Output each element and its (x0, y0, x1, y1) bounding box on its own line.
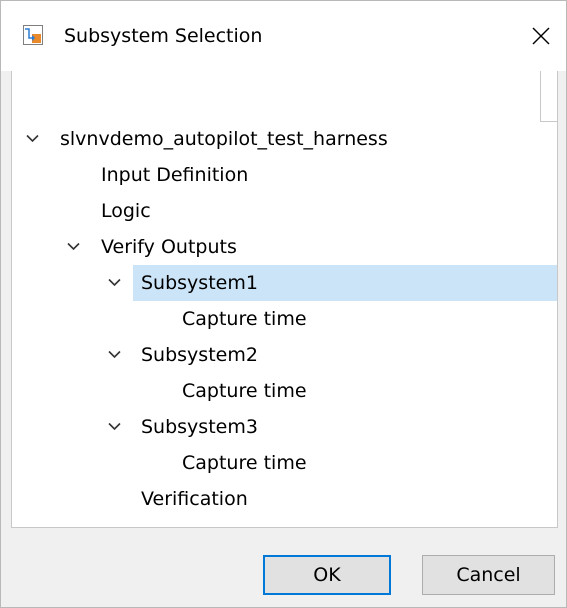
tree-node-logic[interactable]: Logic (12, 193, 557, 229)
chevron-down-icon[interactable] (26, 134, 39, 143)
tree-node-subsystem3[interactable]: Subsystem3 (12, 409, 557, 445)
cancel-button[interactable]: Cancel (422, 555, 555, 595)
dialog-title: Subsystem Selection (64, 25, 263, 47)
tree-node-verify-outputs[interactable]: Verify Outputs (12, 229, 557, 265)
ok-button[interactable]: OK (263, 555, 391, 595)
tree-node-subsystem2[interactable]: Subsystem2 (12, 337, 557, 373)
subsystem-selection-dialog: Subsystem Selection slvnvdemo_autopilot_… (0, 0, 567, 608)
tree-node-label: Subsystem3 (141, 416, 258, 438)
tree-node-label: Logic (101, 200, 151, 222)
tree-node-label: Capture time (182, 452, 307, 474)
close-icon (532, 27, 550, 45)
tree-node-capture-time-3[interactable]: Capture time (12, 445, 557, 481)
tree-node-root[interactable]: slvnvdemo_autopilot_test_harness (12, 121, 557, 157)
tree-node-input-definition[interactable]: Input Definition (12, 157, 557, 193)
close-button[interactable] (524, 20, 558, 52)
tree-node-label: Verify Outputs (101, 236, 237, 258)
tree-node-label: Verification (141, 488, 248, 510)
chevron-down-icon[interactable] (108, 422, 121, 431)
tree-node-label: Subsystem1 (141, 272, 258, 294)
title-bar[interactable]: Subsystem Selection (1, 1, 566, 71)
simulink-model-icon (23, 25, 43, 45)
tree-node-capture-time-2[interactable]: Capture time (12, 373, 557, 409)
subsystem-tree[interactable]: slvnvdemo_autopilot_test_harness Input D… (11, 71, 558, 528)
tree-node-label: Subsystem2 (141, 344, 258, 366)
tree-node-label: slvnvdemo_autopilot_test_harness (60, 128, 388, 150)
scrollbar-corner (540, 71, 557, 122)
tree-node-subsystem1[interactable]: Subsystem1 (12, 265, 557, 301)
tree-node-label: Input Definition (101, 164, 249, 186)
tree-node-capture-time-1[interactable]: Capture time (12, 301, 557, 337)
tree-node-verification[interactable]: Verification (12, 481, 557, 517)
chevron-down-icon[interactable] (108, 350, 121, 359)
tree-node-label: Capture time (182, 308, 307, 330)
chevron-down-icon[interactable] (67, 242, 80, 251)
tree-node-label: Capture time (182, 380, 307, 402)
chevron-down-icon[interactable] (108, 278, 121, 287)
